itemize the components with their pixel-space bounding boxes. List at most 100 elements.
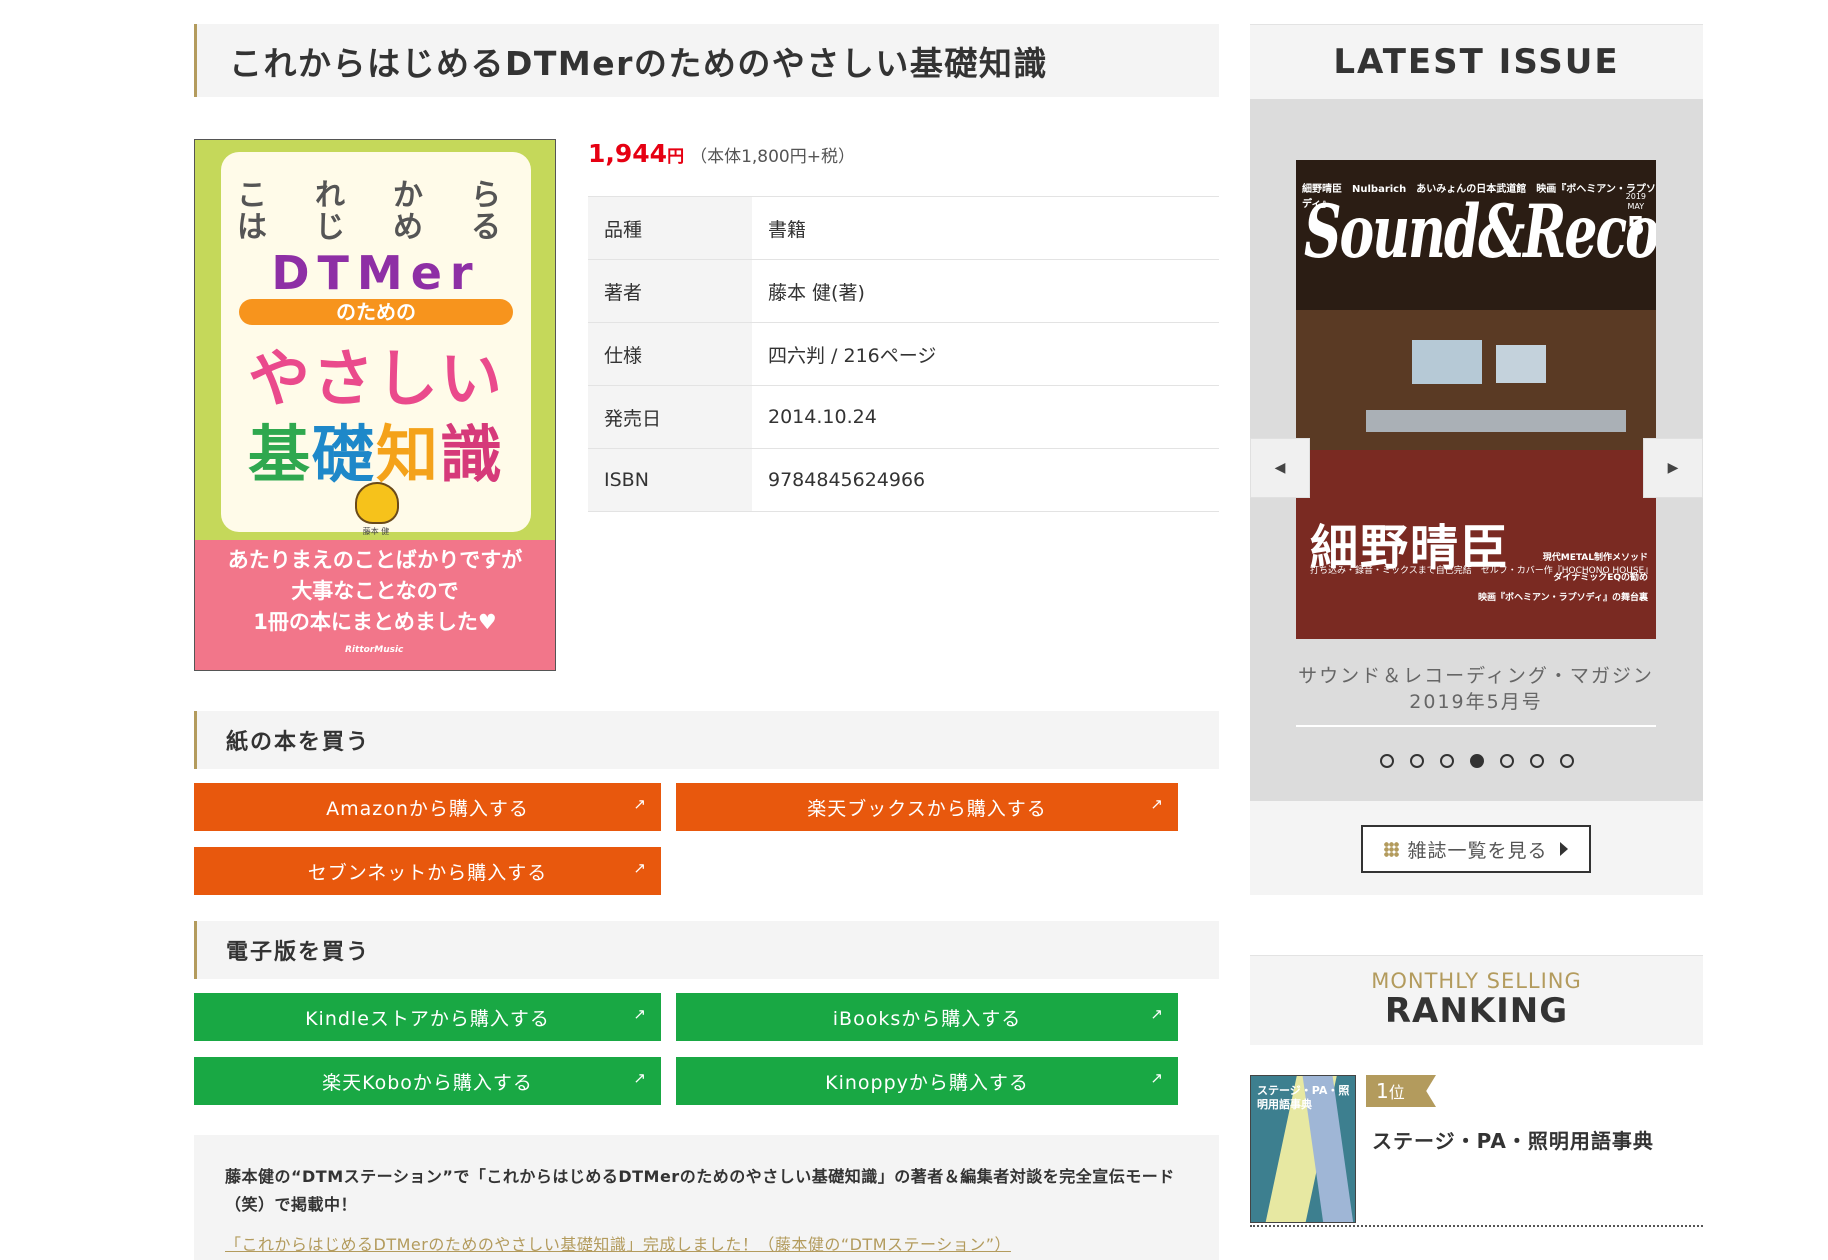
spec-row: 品種 書籍: [588, 196, 1219, 260]
cover-tagline-line: 大事なことなので: [291, 579, 459, 603]
book-cover-image: こ れ か ら は じ め る DTMer のための やさしい 基礎知識 藤本 …: [194, 139, 556, 671]
external-link-icon: ↗: [633, 1069, 647, 1087]
button-label: iBooksから購入する: [832, 1007, 1022, 1030]
magazine-topic: ダイナミックEQの勧め: [1553, 573, 1648, 583]
rakuten-kobo-buy-button[interactable]: 楽天Koboから購入する ↗: [194, 1057, 661, 1105]
cover-tagline-line: 1冊の本にまとめました♥: [253, 610, 497, 634]
ranking-heading: MONTHLY SELLING RANKING: [1250, 955, 1703, 1045]
ebook-section: 電子版を買う Kindleストアから購入する ↗ iBooksから購入する ↗ 楽天…: [194, 921, 1219, 1105]
cover-author: 藤本 健: [362, 527, 390, 536]
cover-kiso: 基礎知識: [231, 404, 521, 494]
magazine-date: 2019 MAY 5: [1626, 192, 1646, 242]
spec-value: 9784845624966: [752, 448, 1219, 512]
ranking-title: RANKING: [1384, 991, 1569, 1031]
magazine-topic: 現代METAL制作メソッド: [1542, 553, 1648, 563]
price: 1,944円 （本体1,800円+税）: [588, 139, 855, 168]
slider-dot[interactable]: [1499, 754, 1514, 768]
cover-tagline-line: あたりまえのことばかりですが: [227, 548, 523, 572]
button-label: Kinoppyから購入する: [825, 1071, 1029, 1094]
slider-dot[interactable]: [1379, 754, 1394, 768]
external-link-icon: ↗: [633, 1005, 647, 1023]
spec-value: 四六判 / 216ページ: [752, 322, 1219, 386]
magazine-cover-image[interactable]: 細野晴臣 Nulbarich あいみょんの日本武道館 映画『ボヘミアン・ラプソデ…: [1296, 160, 1656, 639]
ranking-cover-text: ステージ・PA・照明用語事典: [1257, 1084, 1350, 1111]
slider-dot[interactable]: [1469, 754, 1484, 768]
rakuten-books-buy-button[interactable]: 楽天ブックスから購入する ↗: [676, 783, 1178, 831]
cover-photo-monitor: [1412, 340, 1482, 384]
promo-text: 藤本健の“DTMステーション”で「これからはじめるDTMerのためのやさしい基礎…: [225, 1167, 1175, 1214]
latest-issue-heading: LATEST ISSUE: [1250, 24, 1703, 99]
slider-dots: [1250, 754, 1703, 768]
button-label: Amazonから購入する: [326, 797, 529, 820]
price-value: 1,944: [588, 139, 668, 168]
magazine-month-label: MAY: [1627, 202, 1645, 211]
spec-label: 品種: [588, 196, 752, 260]
cover-band: のための: [239, 299, 513, 325]
paper-heading: 紙の本を買う: [194, 711, 1219, 769]
seven-net-buy-button[interactable]: セブンネットから購入する ↗: [194, 847, 661, 895]
button-label: 楽天Koboから購入する: [322, 1071, 533, 1094]
promo-link[interactable]: 「これからはじめるDTMerのためのやさしい基礎知識」完成しました！（藤本健の“…: [225, 1231, 1189, 1255]
ebook-button-grid: Kindleストアから購入する ↗ iBooksから購入する ↗ 楽天Koboから購…: [194, 993, 1219, 1105]
slider-dot[interactable]: [1409, 754, 1424, 768]
spec-label: 仕様: [588, 322, 752, 386]
product-summary: こ れ か ら は じ め る DTMer のための やさしい 基礎知識 藤本 …: [194, 139, 1219, 674]
cover-dtmer: DTMer: [271, 246, 481, 300]
external-link-icon: ↗: [633, 795, 647, 813]
cover-kiso-char: 識: [440, 418, 505, 491]
price-detail: （本体1,800円+税）: [690, 147, 855, 167]
button-label: Kindleストアから購入する: [305, 1007, 550, 1030]
cover-photo-keyboard: [1366, 410, 1626, 432]
slider-next-button[interactable]: ▶: [1643, 438, 1703, 498]
spec-value: 書籍: [752, 196, 1219, 260]
rank-suffix: 位: [1388, 1083, 1405, 1102]
rank-badge: 1位: [1366, 1075, 1436, 1107]
slider-dot[interactable]: [1439, 754, 1454, 768]
main-column: これからはじめるDTMerのためのやさしい基礎知識 こ れ か ら は じ め …: [194, 24, 1219, 1260]
ibooks-buy-button[interactable]: iBooksから購入する ↗: [676, 993, 1178, 1041]
slider-dot[interactable]: [1529, 754, 1544, 768]
external-link-icon: ↗: [633, 859, 647, 877]
magazine-month: 5: [1626, 212, 1645, 242]
bird-mascot-icon: [355, 482, 399, 524]
magazine-list-area: 雑誌一覧を見る: [1250, 801, 1703, 895]
spec-row: 著者 藤本 健(著): [588, 259, 1219, 323]
magazine-year: 2019: [1625, 192, 1646, 201]
ranking-subheading: MONTHLY SELLING: [1371, 969, 1582, 993]
slider-prev-button[interactable]: ◀: [1250, 438, 1310, 498]
magazine-logo: Sound&Recording: [1304, 190, 1656, 276]
chevron-left-icon: ◀: [1274, 460, 1286, 476]
external-link-icon: ↗: [1150, 1005, 1164, 1023]
chevron-right-icon: ▶: [1667, 460, 1679, 476]
amazon-buy-button[interactable]: Amazonから購入する ↗: [194, 783, 661, 831]
caption-divider: [1296, 725, 1656, 727]
cover-photo-monitor: [1496, 345, 1546, 383]
magazine-list-button[interactable]: 雑誌一覧を見る: [1361, 825, 1591, 873]
paper-button-grid: Amazonから購入する ↗ 楽天ブックスから購入する ↗ セブンネットから購入する…: [194, 783, 1219, 895]
kinoppy-buy-button[interactable]: Kinoppyから購入する ↗: [676, 1057, 1178, 1105]
latest-issue-slider: 細野晴臣 Nulbarich あいみょんの日本武道館 映画『ボヘミアン・ラプソデ…: [1250, 99, 1703, 801]
price-yen: 円: [667, 147, 685, 167]
kindle-buy-button[interactable]: Kindleストアから購入する ↗: [194, 993, 661, 1041]
cover-tagline: あたりまえのことばかりですが 大事なことなので 1冊の本にまとめました♥: [195, 545, 555, 638]
spec-label: 発売日: [588, 385, 752, 449]
sidebar: LATEST ISSUE 細野晴臣 Nulbarich あいみょんの日本武道館 …: [1250, 24, 1703, 1227]
cover-kana: め: [393, 210, 423, 245]
magazine-caption[interactable]: サウンド＆レコーディング・マガジン 2019年5月号: [1296, 663, 1656, 715]
slider-dot[interactable]: [1559, 754, 1574, 768]
spec-row: ISBN 9784845624966: [588, 448, 1219, 512]
ranking-cover-image: ステージ・PA・照明用語事典: [1250, 1075, 1356, 1223]
magazine-topic: 映画『ボヘミアン・ラプソディ』の舞台裏: [1477, 593, 1648, 603]
publisher-logo: RittorMusic: [345, 645, 404, 655]
spec-row: 発売日 2014.10.24: [588, 385, 1219, 449]
promo-note: 藤本健の“DTMステーション”で「これからはじめるDTMerのためのやさしい基礎…: [194, 1135, 1219, 1260]
ebook-heading: 電子版を買う: [194, 921, 1219, 979]
cover-kiso-char: 基: [247, 418, 312, 491]
ranking-item-title: ステージ・PA・照明用語事典: [1372, 1129, 1654, 1153]
cover-kana: る: [471, 210, 501, 245]
magazine-list-label: 雑誌一覧を見る: [1407, 839, 1548, 862]
page-title: これからはじめるDTMerのためのやさしい基礎知識: [229, 43, 1048, 83]
rank-number: 1: [1376, 1079, 1389, 1103]
ranking-item[interactable]: ステージ・PA・照明用語事典 1位 ステージ・PA・照明用語事典: [1250, 1075, 1703, 1227]
spec-row: 仕様 四六判 / 216ページ: [588, 322, 1219, 386]
